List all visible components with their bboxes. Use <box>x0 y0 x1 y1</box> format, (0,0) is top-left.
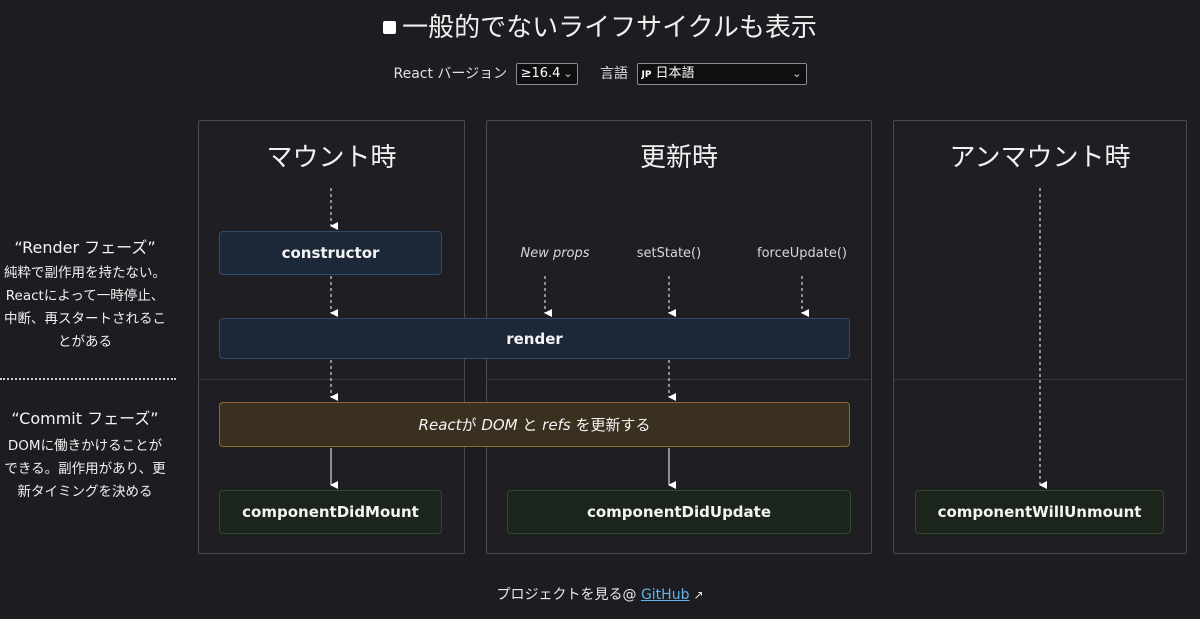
commit-refs: refs <box>542 416 571 434</box>
react-updates-dom-box[interactable]: Reactが DOM と refs を更新する <box>219 402 850 447</box>
did-mount-label: componentDidMount <box>242 503 419 521</box>
commit-dom: DOM <box>481 416 518 434</box>
commit-to: と <box>517 416 543 434</box>
trigger-new-props: New props <box>520 246 590 261</box>
did-update-label: componentDidUpdate <box>586 503 772 521</box>
footer-text: プロジェクトを見る@ <box>496 587 641 603</box>
commit-update: を更新する <box>570 416 651 434</box>
constructor-box[interactable]: constructor <box>219 231 442 275</box>
footer: プロジェクトを見る@ GitHub ↗ <box>0 584 1200 604</box>
component-will-unmount-box[interactable]: componentWillUnmount <box>915 490 1164 534</box>
trigger-set-state: setState() <box>636 246 702 261</box>
component-did-mount-box[interactable]: componentDidMount <box>219 490 442 534</box>
commit-ga: が <box>461 416 482 434</box>
commit-label: Reactが DOM と refs を更新する <box>419 414 651 435</box>
will-unmount-label: componentWillUnmount <box>937 503 1142 521</box>
trigger-force-update: forceUpdate() <box>757 246 847 261</box>
github-link[interactable]: GitHub <box>641 587 690 603</box>
component-did-update-box[interactable]: componentDidUpdate <box>507 490 851 534</box>
external-link-icon: ↗ <box>693 588 704 602</box>
render-box[interactable]: render <box>219 318 850 359</box>
commit-react: React <box>418 416 462 434</box>
constructor-label: constructor <box>281 244 380 262</box>
render-label: render <box>506 329 563 348</box>
